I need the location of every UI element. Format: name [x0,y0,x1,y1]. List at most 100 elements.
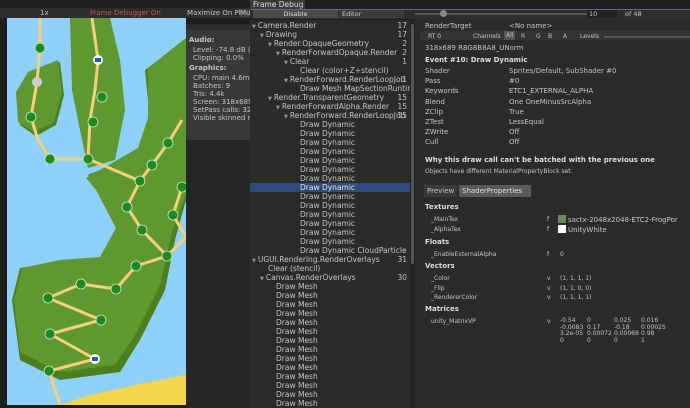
tab-preview[interactable]: Preview [424,185,457,197]
tree-item-label: Draw Mesh MapSectionRuntime(Clone) [300,84,410,93]
tree-item[interactable]: ▼Clear1 [250,57,410,66]
frame-debug-tab[interactable]: Frame Debug [250,0,305,9]
tris-stat: Tris: 4.4k [189,90,247,98]
channel-a-button[interactable]: A [563,33,567,40]
mute-button[interactable]: Mu [240,9,250,17]
tree-item[interactable]: Draw Mesh [250,282,410,291]
tree-item[interactable]: Draw Dynamic [250,165,410,174]
tree-item-label: Draw Dynamic [300,138,355,147]
textures-heading: Textures [425,203,459,211]
tree-item[interactable]: Draw Dynamic [250,219,410,228]
tree-item[interactable]: Draw Mesh MapSectionRuntime(Clone) [250,84,410,93]
tree-scrollbar-thumb[interactable] [411,24,414,264]
tree-item[interactable]: ▼UGUI.Rendering.RenderOverlays31 [250,255,410,264]
tree-item-label: Draw Dynamic [300,174,355,183]
tree-item[interactable]: Draw Mesh [250,300,410,309]
tree-item[interactable]: Draw Dynamic [250,228,410,237]
property-name: ZWrite [425,128,448,136]
tree-item[interactable]: Draw Dynamic [250,120,410,129]
tree-item[interactable]: Draw Mesh [250,309,410,318]
tree-item[interactable]: Draw Mesh [250,318,410,327]
tree-item-count: 2 [402,39,407,48]
tree-item[interactable]: Clear (color+Z+stencil) [250,66,410,75]
tree-item[interactable]: Draw Mesh [250,336,410,345]
map-image [7,18,186,405]
tree-item[interactable]: Draw Dynamic [250,129,410,138]
matrices-heading: Matrices [425,305,459,313]
property-value: #0 [509,77,519,85]
tree-item[interactable]: Draw Mesh [250,390,410,399]
matrix-cell: 1 [641,338,645,345]
tree-item-label: UGUI.Rendering.RenderOverlays [258,255,380,264]
tree-item[interactable]: Draw Dynamic [250,192,410,201]
vector-value: (1, 1, 1, 1) [560,294,591,301]
tree-item-count: 15 [397,111,407,120]
game-view[interactable] [7,18,186,405]
audio-level: Level: -74.8 dB (M [189,46,247,54]
tree-item[interactable]: Draw Mesh [250,381,410,390]
tree-item[interactable]: ▼Canvas.RenderOverlays30 [250,273,410,282]
channel-all-button[interactable]: All [504,31,515,40]
tree-item[interactable]: ▼Drawing17 [250,30,410,39]
channel-b-button[interactable]: B [548,33,552,40]
tree-item[interactable]: Draw Mesh [250,354,410,363]
tree-item[interactable]: Draw Dynamic [250,183,410,192]
matrix-cell: 0 [587,338,591,345]
tree-item[interactable]: Draw Dynamic [250,138,410,147]
tree-item[interactable]: ▼RenderForwardAlpha.Render15 [250,102,410,111]
texture-thumbnail[interactable] [558,215,566,223]
tree-item[interactable]: Draw Dynamic [250,156,410,165]
tree-item-label: Clear [290,57,310,66]
tree-item[interactable]: Draw Dynamic CloudParticle [250,246,410,255]
tree-item[interactable]: Draw Mesh [250,363,410,372]
disable-button[interactable]: Disable [253,10,338,18]
event-slider-handle[interactable] [440,10,447,17]
tree-item-count: 15 [397,102,407,111]
tree-item[interactable]: Draw Dynamic [250,201,410,210]
tree-item[interactable]: Draw Mesh [250,291,410,300]
tree-item-label: Camera.Render [258,21,317,30]
rt-dropdown[interactable]: RT 0 [428,33,441,40]
tree-item[interactable]: ▼RenderForward.RenderLoopJob15 [250,111,410,120]
tree-item[interactable]: Draw Mesh [250,327,410,336]
tree-item[interactable]: Draw Dynamic [250,174,410,183]
channel-r-button[interactable]: R [521,33,525,40]
tree-item[interactable]: Draw Mesh [250,399,410,408]
texture-thumbnail[interactable] [558,225,566,233]
tree-item-count: 1 [402,57,407,66]
levels-slider[interactable] [604,36,690,38]
event-index-field[interactable]: 10 [587,10,617,18]
tab-shader-properties[interactable]: ShaderProperties [459,185,531,197]
tree-item[interactable]: ▼RenderForwardOpaque.Render2 [250,48,410,57]
property-value: True [509,108,524,116]
tree-item[interactable]: ▼Render.TransparentGeometry15 [250,93,410,102]
tree-item[interactable]: Draw Mesh [250,345,410,354]
graphics-heading: Graphics: [189,64,247,72]
tree-item[interactable]: Draw Dynamic [250,210,410,219]
tree-item-label: Render.TransparentGeometry [274,93,384,102]
event-detail-panel [415,19,690,408]
texture-name: _MainTex [431,216,458,223]
tree-item-label: Draw Dynamic [300,165,355,174]
tree-item[interactable]: ▼Render.OpaqueGeometry2 [250,39,410,48]
levels-label: Levels [580,33,599,40]
channel-g-button[interactable]: G [536,33,541,40]
screen-stat: Screen: 318x689 [189,98,247,106]
batches-stat: Batches: 9 [189,82,247,90]
target-dropdown[interactable]: Editor [339,10,404,18]
tree-item[interactable]: ▼RenderForward.RenderLoopJob1 [250,75,410,84]
event-total-label: of 48 [625,10,642,18]
tree-item-count: 1 [402,75,407,84]
scale-label[interactable]: 1x [40,9,49,17]
matrix-cell: 0 [560,338,564,345]
tree-item[interactable]: ▼Camera.Render17 [250,21,410,30]
tree-item-label: Render.OpaqueGeometry [274,39,369,48]
render-target-value: <No name> [509,22,552,30]
tree-item[interactable]: Draw Dynamic [250,147,410,156]
tree-item[interactable]: Clear (stencil) [250,264,410,273]
tree-item[interactable]: Draw Dynamic [250,237,410,246]
frame-debugger-on-label: Frame Debugger On [90,9,161,17]
tree-item[interactable]: Draw Mesh [250,372,410,381]
vector-type: v [547,294,551,301]
float-type: f [547,251,549,258]
